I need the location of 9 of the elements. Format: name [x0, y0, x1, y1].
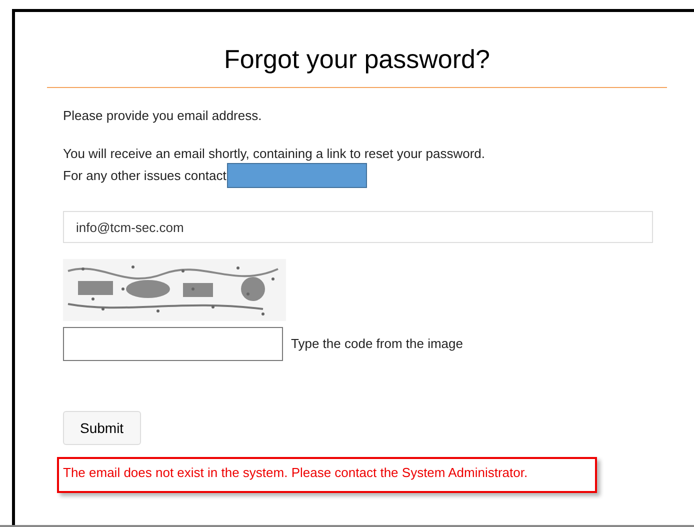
error-message: The email does not exist in the system. Please contact the System Administrator.	[57, 457, 597, 493]
instruction-text: Please provide you email address.	[63, 107, 262, 125]
captcha-input[interactable]	[63, 327, 283, 361]
submit-button[interactable]: Submit	[63, 411, 141, 445]
info-text: You will receive an email shortly, containing a link to reset your password.	[63, 144, 485, 163]
email-field[interactable]: info@tcm-sec.com	[63, 211, 653, 243]
page-title: Forgot your password?	[224, 44, 490, 74]
captcha-hint: Type the code from the image	[291, 335, 463, 354]
info-text: For any other issues contact	[63, 166, 226, 185]
